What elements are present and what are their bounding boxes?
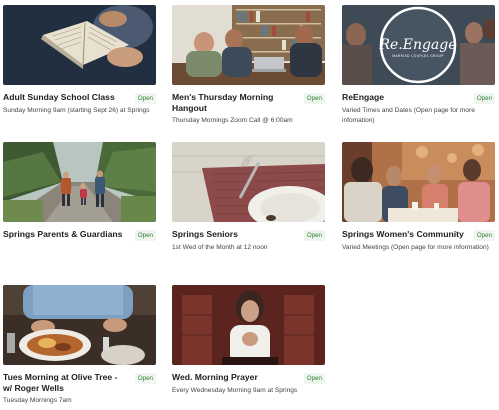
status-badge: Open	[303, 373, 325, 384]
group-image-reengage[interactable]: Re.Engage MARRIED COUPLES GROUP	[342, 5, 495, 85]
group-image-family-walk[interactable]	[3, 142, 156, 222]
group-subtitle: Tuesday Mornings 7am	[3, 397, 72, 404]
status-badge: Open	[303, 230, 325, 241]
group-subtitle: 1st Wed of the Month at 12 noon	[172, 244, 268, 251]
group-card-mens-thursday[interactable]: Men's Thursday Morning Hangout Open Thur…	[172, 5, 325, 126]
group-subtitle: Varied Meetings (Open page for more info…	[342, 244, 489, 251]
group-subtitle: Thursday Mornings Zoom Call @ 6:00am	[172, 117, 293, 124]
group-title[interactable]: Springs Parents & Guardians	[3, 229, 125, 240]
group-title[interactable]: Men's Thursday Morning Hangout	[172, 92, 294, 114]
group-card-adult-sunday-school[interactable]: Adult Sunday School Class Open Sunday Mo…	[3, 5, 156, 116]
group-subtitle: Every Wednesday Morning 9am at Springs	[172, 387, 298, 394]
status-badge: Open	[134, 230, 156, 241]
status-badge: Open	[134, 373, 156, 384]
group-subtitle: Varied Times and Dates (Open page for mo…	[342, 107, 475, 124]
group-card-reengage[interactable]: Re.Engage MARRIED COUPLES GROUP ReEngage…	[342, 5, 495, 125]
group-title[interactable]: Wed. Morning Prayer	[172, 372, 294, 383]
group-image-breakfast[interactable]	[3, 285, 156, 365]
svg-text:MARRIED COUPLES GROUP: MARRIED COUPLES GROUP	[392, 54, 443, 58]
group-image-women-cafe[interactable]	[342, 142, 495, 222]
status-badge: Open	[303, 93, 325, 104]
group-card-morning-prayer[interactable]: Wed. Morning Prayer Open Every Wednesday…	[172, 285, 325, 396]
group-title[interactable]: Springs Seniors	[172, 229, 294, 240]
reengage-logo: Re.Engage	[378, 37, 456, 53]
status-badge: Open	[473, 230, 495, 241]
group-title[interactable]: Springs Women's Community	[342, 229, 464, 240]
group-image-plate[interactable]	[172, 142, 325, 222]
group-card-womens-community[interactable]: Springs Women's Community Open Varied Me…	[342, 142, 495, 253]
group-image-bible[interactable]	[3, 5, 156, 85]
group-title[interactable]: Adult Sunday School Class	[3, 92, 125, 103]
group-title[interactable]: Tues Morning at Olive Tree - w/ Roger We…	[3, 372, 125, 394]
status-badge: Open	[473, 93, 495, 104]
group-card-parents-guardians[interactable]: Springs Parents & Guardians Open	[3, 142, 156, 243]
group-subtitle: Sunday Morning 9am (starting Sept 26) at…	[3, 107, 150, 114]
status-badge: Open	[134, 93, 156, 104]
group-card-olive-tree[interactable]: Tues Morning at Olive Tree - w/ Roger We…	[3, 285, 156, 406]
group-card-springs-seniors[interactable]: Springs Seniors Open 1st Wed of the Mont…	[172, 142, 325, 253]
group-image-prayer[interactable]	[172, 285, 325, 365]
group-image-men-laptop[interactable]	[172, 5, 325, 85]
group-title[interactable]: ReEngage	[342, 92, 464, 103]
